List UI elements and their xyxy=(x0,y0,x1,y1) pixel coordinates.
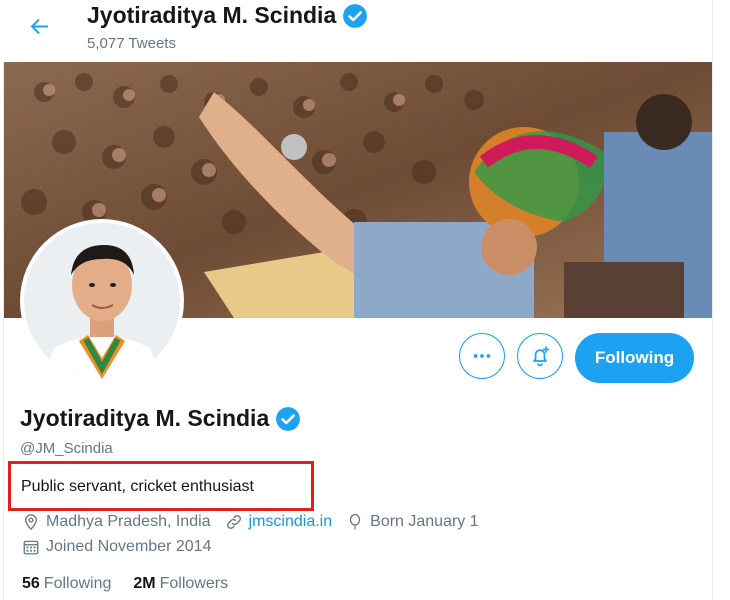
verified-badge-icon xyxy=(343,3,368,28)
profile-location: Madhya Pradesh, India xyxy=(22,513,211,531)
joined-text: Joined November 2014 xyxy=(46,538,212,555)
avatar-photo xyxy=(24,223,180,379)
profile-joined: Joined November 2014 xyxy=(22,538,211,556)
followers-label: Followers xyxy=(159,575,229,592)
profile-birthday: Born January 1 xyxy=(346,513,479,531)
header-display-name: Jyotiraditya M. Scindia xyxy=(87,2,337,28)
frame-border-right xyxy=(712,0,713,600)
location-pin-icon xyxy=(25,514,37,531)
followers-stat[interactable]: 2M Followers xyxy=(133,575,228,593)
followers-count: 2M xyxy=(133,575,156,592)
profile-header: Jyotiraditya M. Scindia 5,077 Tweets xyxy=(0,0,712,62)
profile-handle: @JM_Scindia xyxy=(20,440,113,457)
following-count: 56 xyxy=(22,575,40,592)
header-title: Jyotiraditya M. Scindia xyxy=(87,2,368,29)
more-icon xyxy=(473,354,491,358)
birthday-text: Born January 1 xyxy=(370,513,479,530)
tweet-count: 5,077 Tweets xyxy=(87,35,176,52)
profile-avatar[interactable] xyxy=(20,219,184,383)
profile-name: Jyotiraditya M. Scindia xyxy=(20,405,301,432)
profile-display-name: Jyotiraditya M. Scindia xyxy=(20,405,270,431)
back-button[interactable] xyxy=(24,10,56,42)
profile-stats: 56 Following 2M Followers xyxy=(22,575,228,593)
profile-website[interactable]: jmscindia.in xyxy=(225,513,333,531)
following-label: Following xyxy=(43,575,112,592)
following-stat[interactable]: 56 Following xyxy=(22,575,111,593)
back-arrow-icon xyxy=(30,18,48,35)
profile-bio: Public servant, cricket enthusiast xyxy=(21,478,254,495)
profile-meta-row-joined: Joined November 2014 xyxy=(22,538,225,556)
website-link[interactable]: jmscindia.in xyxy=(249,513,333,531)
profile-meta-row: Madhya Pradesh, India jmscindia.in Born … xyxy=(22,513,493,531)
notification-bell-icon xyxy=(533,346,550,367)
more-options-button[interactable] xyxy=(459,333,505,379)
link-icon xyxy=(226,515,241,529)
notifications-button[interactable] xyxy=(517,333,563,379)
verified-badge-icon xyxy=(276,406,301,431)
calendar-icon xyxy=(23,540,39,555)
location-text: Madhya Pradesh, India xyxy=(46,513,211,530)
balloon-icon xyxy=(349,513,361,530)
following-button[interactable]: Following xyxy=(575,333,694,383)
